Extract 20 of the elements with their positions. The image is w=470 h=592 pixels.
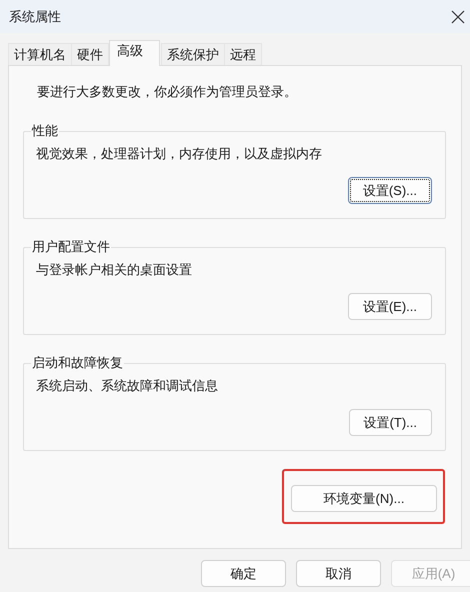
group-title: 启动和故障恢复: [31, 354, 124, 372]
settings-button[interactable]: 设置(T)...: [348, 409, 432, 436]
settings-button[interactable]: 设置(E)...: [348, 293, 432, 320]
dialog-button[interactable]: 确定: [201, 560, 286, 587]
group-title: 用户配置文件: [31, 238, 111, 256]
group-description: 系统启动、系统故障和调试信息: [36, 377, 219, 395]
window-title: 系统属性: [9, 8, 61, 26]
environment-variables-button[interactable]: 环境变量(N)...: [291, 485, 437, 512]
group-description: 视觉效果，处理器计划，内存使用，以及虚拟内存: [36, 145, 323, 163]
tab[interactable]: 远程: [224, 43, 262, 65]
admin-notice: 要进行大多数更改，你必须作为管理员登录。: [37, 83, 298, 101]
tab[interactable]: 硬件: [71, 43, 109, 65]
settings-button[interactable]: 设置(S)...: [348, 177, 432, 204]
group-description: 与登录帐户相关的桌面设置: [36, 261, 193, 279]
group-title: 性能: [31, 122, 59, 140]
tab[interactable]: 系统保护: [161, 43, 225, 65]
tab[interactable]: 计算机名: [8, 43, 72, 65]
tab[interactable]: 高级: [109, 40, 160, 66]
dialog-button[interactable]: 取消: [296, 560, 381, 587]
close-icon[interactable]: [451, 10, 465, 24]
